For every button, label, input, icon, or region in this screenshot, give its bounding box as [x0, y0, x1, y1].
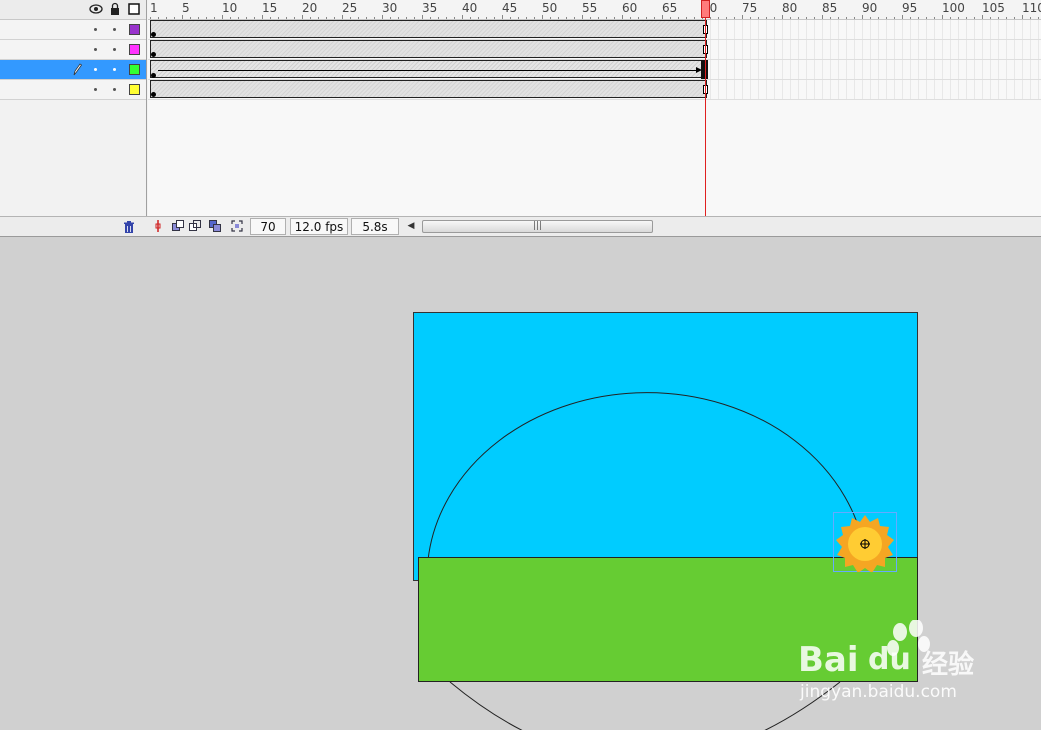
watermark-cn-label: 经验 — [922, 650, 975, 680]
watermark-brand-suffix: du — [868, 642, 911, 677]
sun-symbol[interactable] — [833, 512, 897, 573]
baidu-watermark: Bai du 经验 jingyan.baidu.com — [798, 619, 998, 710]
watermark-brand: Bai — [798, 640, 859, 680]
watermark-url: jingyan.baidu.com — [800, 682, 957, 702]
